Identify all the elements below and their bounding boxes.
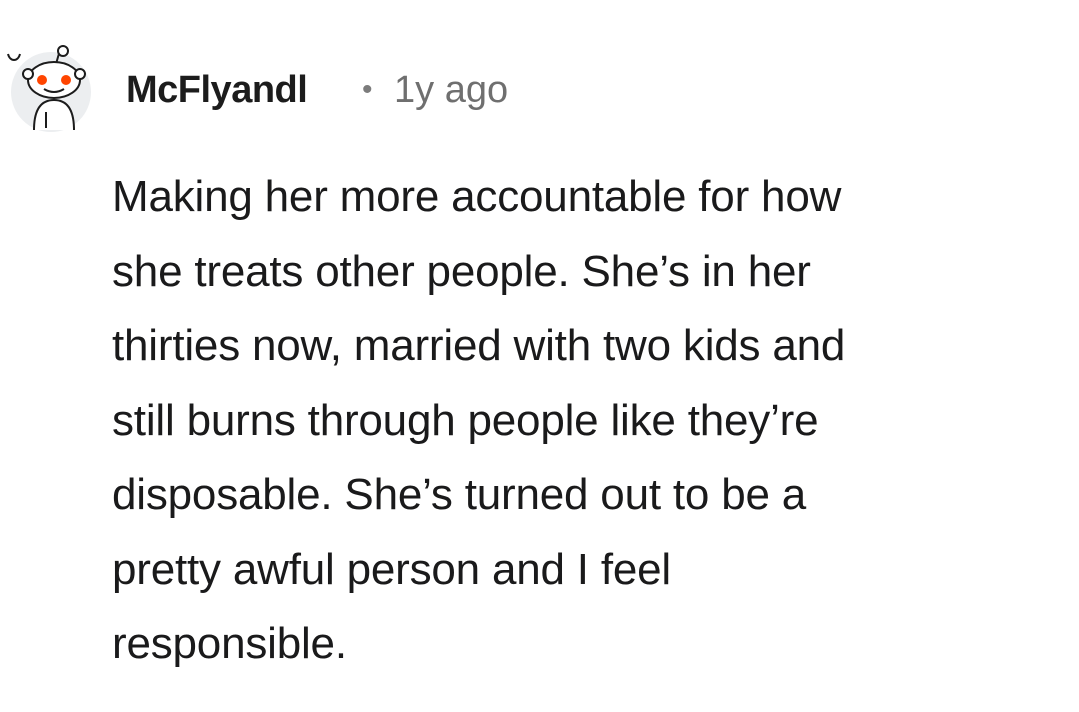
comment-header: McFlyandl • 1y ago — [0, 36, 1079, 136]
comment-body-line: disposable. She’s turned out to be a — [112, 470, 807, 519]
comment-body-line: still burns through people like they’re — [112, 395, 819, 445]
comment-body-line: pretty awful person and I feel — [112, 544, 671, 594]
comment-body-line: she treats other people. She’s in her — [112, 246, 811, 296]
comment-body: Making her more accountable for how she … — [112, 160, 1032, 682]
comment: McFlyandl • 1y ago Making her more accou… — [0, 0, 1079, 712]
avatar[interactable] — [6, 42, 96, 132]
comment-timestamp: 1y ago — [394, 69, 509, 111]
reddit-snoo-avatar-icon — [7, 45, 91, 132]
author-username[interactable]: McFlyandl — [126, 68, 308, 112]
meta-separator: • — [362, 73, 373, 106]
comment-body-line: thirties now, married with two kids and — [112, 321, 846, 370]
comment-body-line: responsible. — [112, 619, 347, 668]
comment-body-line: Making her more accountable for how — [112, 172, 842, 221]
